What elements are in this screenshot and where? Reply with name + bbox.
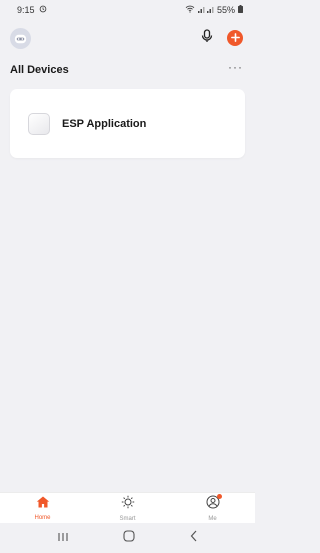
device-card[interactable]: ESP Application bbox=[10, 89, 245, 158]
section-header: All Devices ··· bbox=[0, 60, 255, 80]
sun-icon bbox=[121, 495, 135, 514]
plus-icon bbox=[230, 29, 240, 47]
battery-level: 55% bbox=[216, 5, 235, 15]
add-device-button[interactable] bbox=[227, 30, 243, 46]
avatar-icon[interactable] bbox=[10, 27, 31, 49]
notification-badge bbox=[216, 493, 222, 499]
tab-label-home: Home bbox=[34, 515, 51, 521]
section-title: All Devices bbox=[10, 64, 69, 76]
signal-icon bbox=[197, 5, 214, 15]
profile-icon bbox=[206, 493, 222, 514]
tab-bar: Home Smart Me bbox=[0, 492, 255, 523]
app-header bbox=[0, 24, 255, 52]
more-options-button[interactable]: ··· bbox=[228, 61, 243, 73]
sync-icon bbox=[39, 5, 47, 15]
device-icon bbox=[28, 112, 50, 135]
microphone-icon[interactable] bbox=[201, 28, 213, 48]
tab-label-me: Me bbox=[208, 515, 217, 522]
back-icon[interactable] bbox=[190, 529, 198, 547]
device-name: ESP Application bbox=[62, 117, 147, 130]
tab-me[interactable]: Me bbox=[183, 493, 243, 522]
recent-apps-icon[interactable] bbox=[57, 529, 69, 547]
status-bar: 9:15 55% bbox=[0, 0, 255, 20]
status-time: 9:15 bbox=[17, 5, 35, 15]
home-icon bbox=[36, 495, 50, 513]
wifi-icon bbox=[185, 5, 195, 15]
tab-home[interactable]: Home bbox=[13, 495, 73, 521]
tab-label-smart: Smart bbox=[119, 515, 136, 522]
home-nav-icon[interactable] bbox=[123, 529, 136, 547]
tab-smart[interactable]: Smart bbox=[98, 495, 158, 522]
system-nav-bar bbox=[0, 523, 255, 553]
battery-icon bbox=[238, 5, 243, 15]
